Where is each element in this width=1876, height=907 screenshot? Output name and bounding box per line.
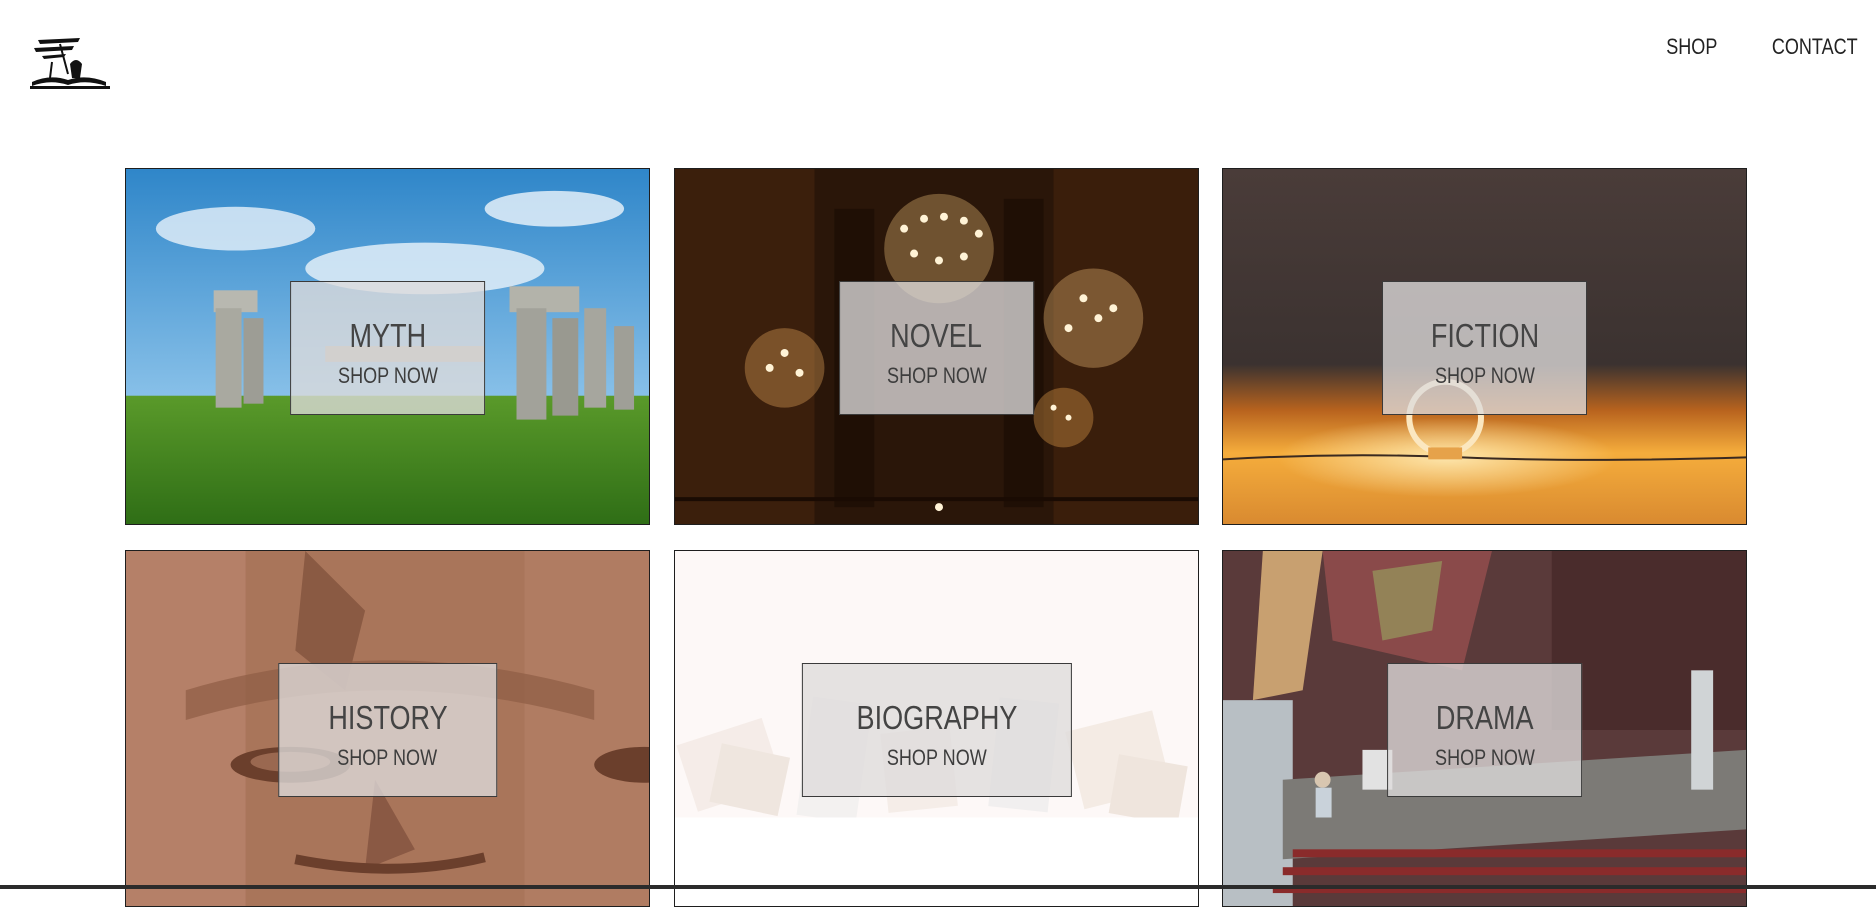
nav-contact-link[interactable]: CONTACT [1772, 34, 1858, 60]
category-tile-myth[interactable]: MYTH SHOP NOW [125, 168, 650, 525]
category-label-box: NOVEL SHOP NOW [838, 281, 1035, 415]
shop-now-link[interactable]: SHOP NOW [338, 363, 438, 389]
category-tile-fiction[interactable]: FICTION SHOP NOW [1222, 168, 1747, 525]
shop-now-link[interactable]: SHOP NOW [338, 745, 438, 771]
shop-now-link[interactable]: SHOP NOW [887, 363, 987, 389]
category-title: FICTION [1430, 317, 1539, 354]
category-label-box: HISTORY SHOP NOW [277, 663, 498, 797]
shop-now-link[interactable]: SHOP NOW [887, 745, 987, 771]
category-label-box: FICTION SHOP NOW [1381, 281, 1588, 415]
category-tile-novel[interactable]: NOVEL SHOP NOW [674, 168, 1199, 525]
site-logo-icon[interactable] [30, 34, 110, 90]
category-tile-drama[interactable]: DRAMA SHOP NOW [1222, 550, 1747, 907]
nav-shop-link[interactable]: SHOP [1666, 34, 1717, 60]
category-title: HISTORY [327, 699, 448, 736]
site-header: SHOP CONTACT [0, 0, 1876, 110]
category-title: NOVEL [890, 317, 983, 354]
category-title: BIOGRAPHY [856, 699, 1017, 736]
shop-now-link[interactable]: SHOP NOW [1435, 363, 1535, 389]
category-title: DRAMA [1435, 699, 1534, 736]
main-nav: SHOP CONTACT [1655, 34, 1858, 60]
category-tile-history[interactable]: HISTORY SHOP NOW [125, 550, 650, 907]
category-label-box: MYTH SHOP NOW [289, 281, 486, 415]
category-tile-biography[interactable]: BIOGRAPHY SHOP NOW [674, 550, 1199, 907]
shop-now-link[interactable]: SHOP NOW [1435, 745, 1535, 771]
page-bottom-edge [0, 885, 1876, 889]
category-label-box: DRAMA SHOP NOW [1386, 663, 1583, 797]
category-label-box: BIOGRAPHY SHOP NOW [801, 663, 1072, 797]
category-title: MYTH [349, 317, 426, 354]
